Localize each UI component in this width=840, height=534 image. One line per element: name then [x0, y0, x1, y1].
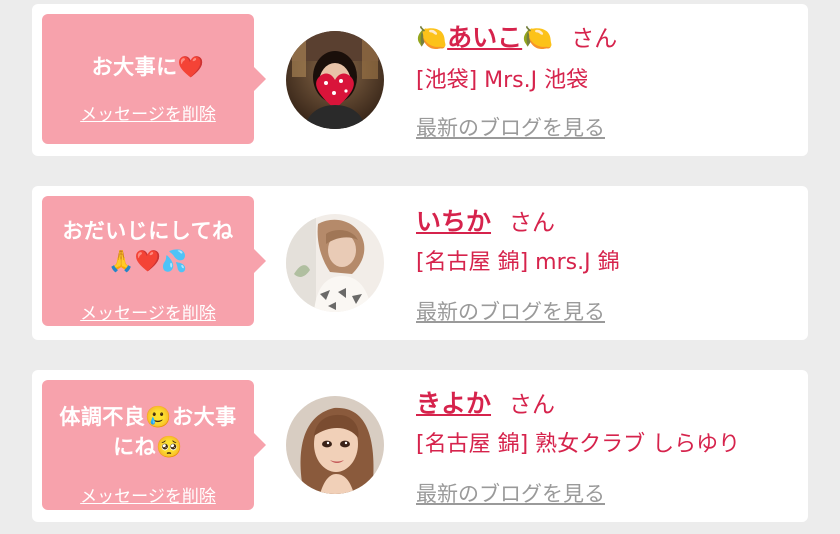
message-card: おだいじにしてね 🙏❤️💦 メッセージを削除 いちか さん [名古屋 錦] mrs… [32, 186, 808, 340]
avatar[interactable] [286, 31, 384, 129]
sender-name-link[interactable]: きよか [416, 389, 491, 418]
honorific: さん [509, 210, 556, 236]
latest-blog-link[interactable]: 最新のブログを見る [416, 296, 605, 326]
shop-name: [名古屋 錦] 熟女クラブ しらゆり [416, 432, 741, 457]
delete-message-link[interactable]: メッセージを削除 [42, 100, 254, 125]
sender-info: いちか さん [名古屋 錦] mrs.J 錦 最新のブログを見る [416, 186, 808, 340]
sender-name-link[interactable]: 🍋あいこ🍋 [416, 23, 553, 52]
sender-info: きよか さん [名古屋 錦] 熟女クラブ しらゆり 最新のブログを見る [416, 370, 808, 522]
message-text: おだいじにしてね 🙏❤️💦 [48, 216, 248, 276]
avatar[interactable] [286, 396, 384, 494]
latest-blog-link[interactable]: 最新のブログを見る [416, 478, 605, 508]
name-row: 🍋あいこ🍋 さん [416, 18, 617, 54]
message-bubble: おだいじにしてね 🙏❤️💦 メッセージを削除 [42, 196, 266, 326]
honorific: さん [509, 392, 556, 418]
message-bubble: 体調不良🥲お大事 にね🥺 メッセージを削除 [42, 380, 266, 510]
name-row: いちか さん [416, 202, 555, 238]
sender-name-link[interactable]: いちか [416, 207, 491, 236]
message-text: 体調不良🥲お大事 にね🥺 [48, 402, 248, 462]
avatar-photo-icon [286, 396, 384, 494]
message-card: 体調不良🥲お大事 にね🥺 メッセージを削除 きよか さん [名古屋 錦] 熟女ク… [32, 370, 808, 522]
sender-name: あいこ [447, 23, 523, 52]
sender-info: 🍋あいこ🍋 さん [池袋] Mrs.J 池袋 最新のブログを見る [416, 4, 808, 156]
message-line: お大事に❤️ [91, 55, 205, 79]
avatar-photo-icon [286, 214, 384, 312]
delete-message-link[interactable]: メッセージを削除 [42, 299, 254, 324]
honorific: さん [571, 26, 618, 52]
message-line: 🙏❤️💦 [108, 249, 188, 273]
shop-name: [名古屋 錦] mrs.J 錦 [416, 250, 620, 275]
message-line: おだいじにしてね [62, 219, 234, 243]
message-list: お大事に❤️ メッセージを削除 🍋あいこ🍋 さん [池袋] Mrs.J 池袋 最… [0, 0, 840, 534]
message-card: お大事に❤️ メッセージを削除 🍋あいこ🍋 さん [池袋] Mrs.J 池袋 最… [32, 4, 808, 156]
delete-message-link[interactable]: メッセージを削除 [42, 482, 254, 507]
avatar-photo-icon [286, 31, 384, 129]
lemon-icon: 🍋 [416, 23, 448, 52]
message-bubble: お大事に❤️ メッセージを削除 [42, 14, 266, 144]
shop-name: [池袋] Mrs.J 池袋 [416, 68, 589, 93]
avatar[interactable] [286, 214, 384, 312]
lemon-icon: 🍋 [522, 23, 554, 52]
name-row: きよか さん [416, 384, 555, 420]
message-line: 体調不良🥲お大事 [59, 405, 237, 429]
latest-blog-link[interactable]: 最新のブログを見る [416, 112, 605, 142]
message-text: お大事に❤️ [48, 52, 248, 82]
message-line: にね🥺 [113, 435, 183, 459]
